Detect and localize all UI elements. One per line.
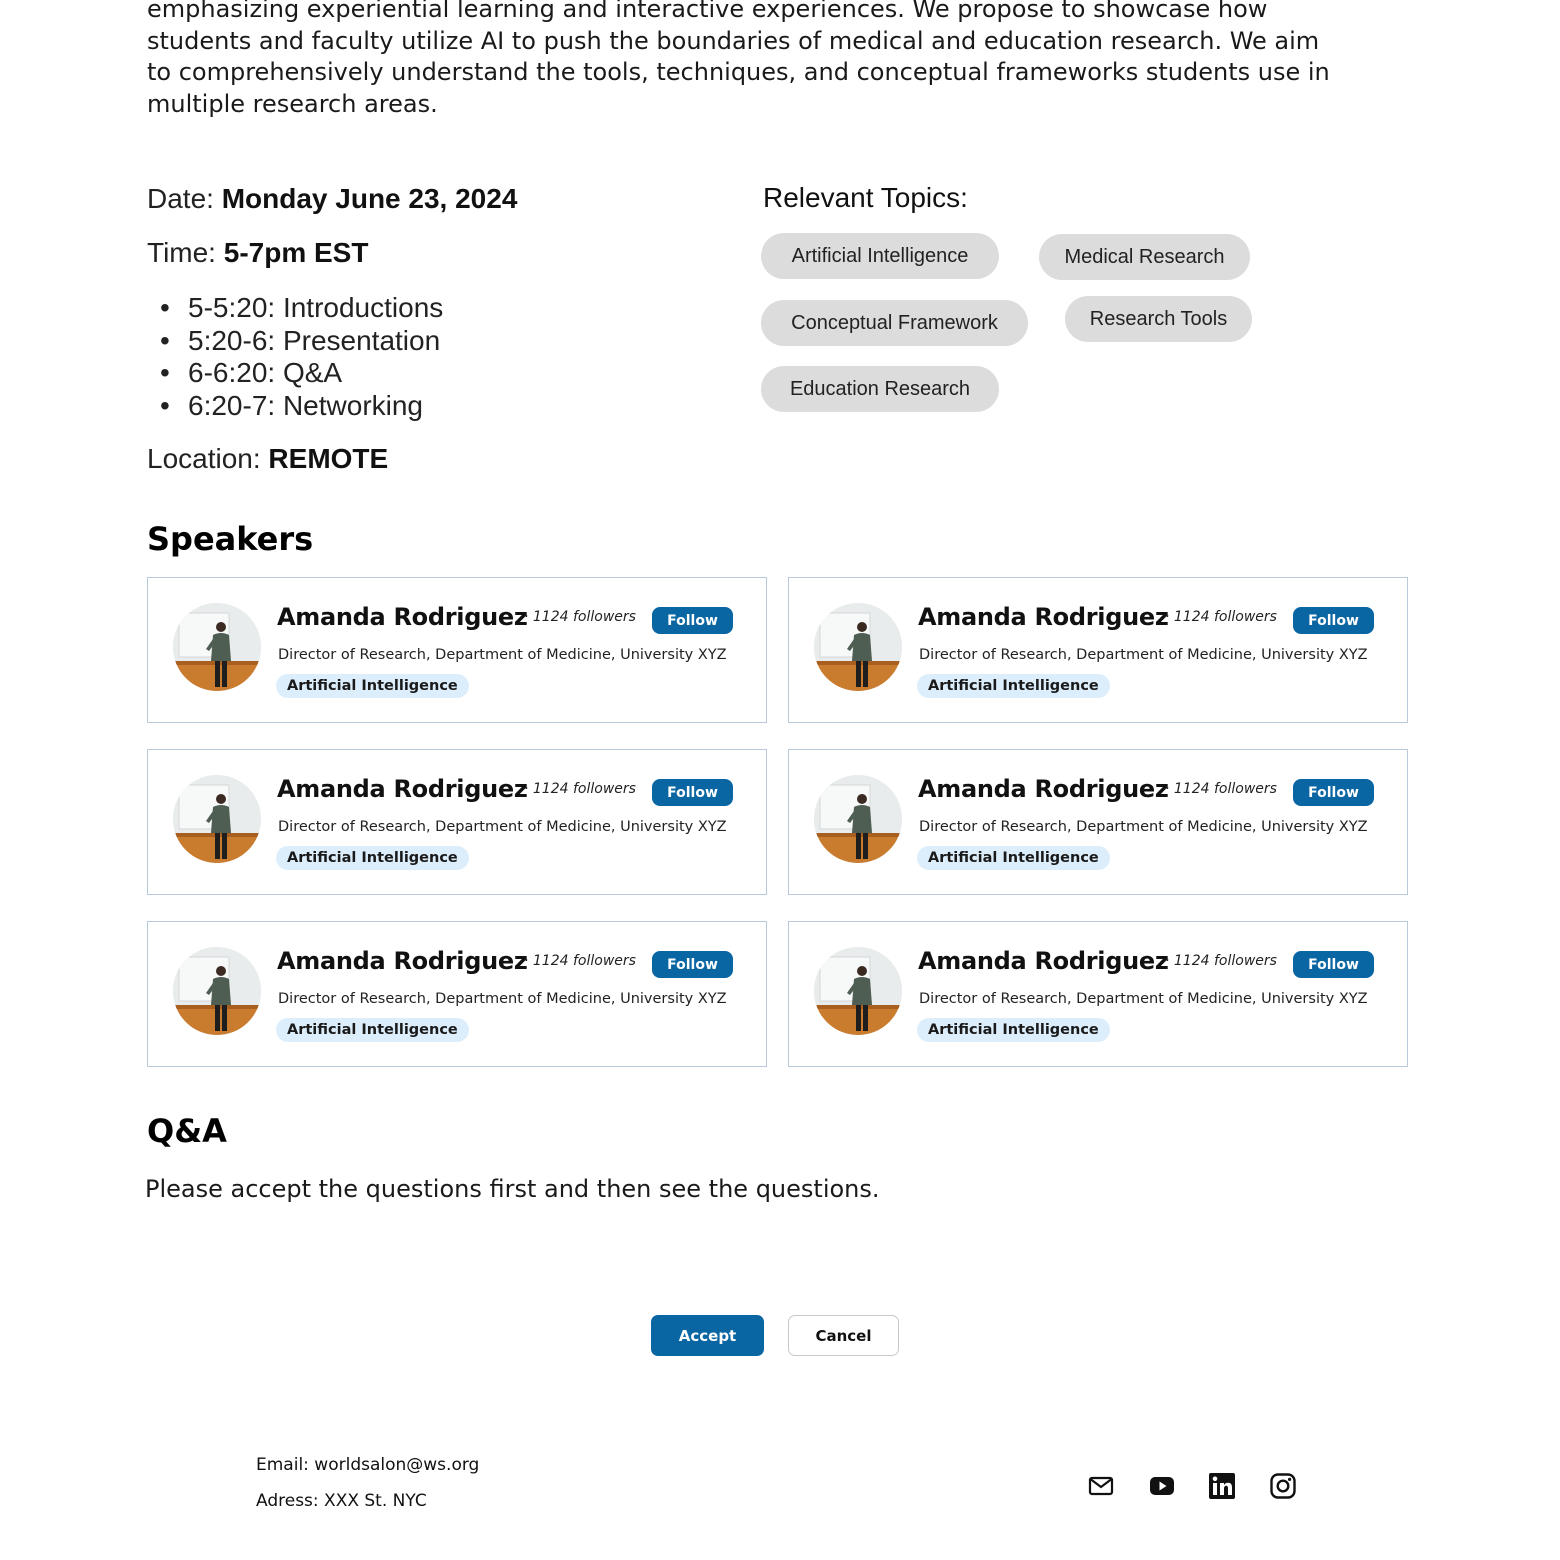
qa-instructions: Please accept the questions first and th… — [145, 1175, 880, 1203]
speaker-name[interactable]: Amanda Rodriguez — [918, 603, 1169, 631]
speaker-topic-tag[interactable]: Artificial Intelligence — [276, 674, 469, 698]
follower-count: · 1124 followers — [1165, 781, 1277, 797]
speaker-topic-tag[interactable]: Artificial Intelligence — [917, 674, 1110, 698]
event-time: Time: 5-7pm EST — [147, 237, 368, 269]
intro-line: emphasizing experiential learning and in… — [147, 0, 1268, 23]
speaker-name[interactable]: Amanda Rodriguez — [918, 775, 1169, 803]
time-value: 5-7pm EST — [223, 237, 369, 268]
follow-button[interactable]: Follow — [1293, 951, 1374, 978]
speaker-name[interactable]: Amanda Rodriguez — [918, 947, 1169, 975]
cancel-button[interactable]: Cancel — [788, 1315, 899, 1356]
location-value: REMOTE — [268, 443, 389, 474]
avatar[interactable] — [173, 775, 261, 863]
speaker-card: Amanda Rodriguez · 1124 followers Follow Di… — [147, 749, 767, 895]
speaker-topic-tag[interactable]: Artificial Intelligence — [276, 846, 469, 870]
follow-button[interactable]: Follow — [652, 951, 733, 978]
follower-count: · 1124 followers — [524, 781, 636, 797]
avatar[interactable] — [814, 603, 902, 691]
follower-count: · 1124 followers — [524, 609, 636, 625]
speaker-card: Amanda Rodriguez · 1124 followers Follow Di… — [147, 577, 767, 723]
speakers-title: Speakers — [147, 520, 314, 558]
topic-pill-conceptual-framework[interactable]: Conceptual Framework — [761, 300, 1028, 346]
topic-pill-artificial-intelligence[interactable]: Artificial Intelligence — [761, 233, 999, 279]
avatar[interactable] — [173, 947, 261, 1035]
follower-count: · 1124 followers — [1165, 609, 1277, 625]
speaker-card: Amanda Rodriguez · 1124 followers Follow Di… — [788, 921, 1408, 1067]
time-label: Time: — [147, 237, 216, 268]
follower-count: · 1124 followers — [1165, 953, 1277, 969]
speaker-title: Director of Research, Department of Medi… — [278, 819, 727, 835]
intro-line: multiple research areas. — [147, 89, 438, 118]
footer-address: Adress: XXX St. NYC — [256, 1491, 427, 1511]
youtube-icon[interactable] — [1148, 1472, 1176, 1500]
topic-pill-education-research[interactable]: Education Research — [761, 366, 999, 412]
schedule-list: 5-5:20: Introductions 5:20-6: Presentati… — [160, 292, 443, 422]
intro-line: to comprehensively understand the tools,… — [147, 58, 1330, 86]
avatar[interactable] — [173, 603, 261, 691]
follow-button[interactable]: Follow — [652, 607, 733, 634]
speaker-title: Director of Research, Department of Medi… — [278, 647, 727, 663]
speaker-card: Amanda Rodriguez · 1124 followers Follow Di… — [147, 921, 767, 1067]
schedule-item: 5:20-6: Presentation — [160, 325, 443, 358]
mail-icon[interactable] — [1087, 1472, 1115, 1500]
topics-title: Relevant Topics: — [763, 182, 968, 213]
footer-email: Email: worldsalon@ws.org — [256, 1455, 480, 1475]
intro-line: students and faculty utilize AI to push … — [147, 26, 1320, 55]
event-location: Location: REMOTE — [147, 443, 388, 475]
speaker-title: Director of Research, Department of Medi… — [919, 991, 1368, 1007]
date-value: Monday June 23, 2024 — [221, 183, 518, 214]
location-label: Location: — [147, 443, 261, 474]
speaker-card: Amanda Rodriguez · 1124 followers Follow Di… — [788, 577, 1408, 723]
speaker-topic-tag[interactable]: Artificial Intelligence — [917, 846, 1110, 870]
avatar[interactable] — [814, 947, 902, 1035]
follow-button[interactable]: Follow — [652, 779, 733, 806]
speaker-topic-tag[interactable]: Artificial Intelligence — [917, 1018, 1110, 1042]
avatar[interactable] — [814, 775, 902, 863]
accept-button[interactable]: Accept — [651, 1315, 764, 1356]
topic-pill-medical-research[interactable]: Medical Research — [1039, 234, 1250, 280]
schedule-item: 5-5:20: Introductions — [160, 292, 443, 325]
event-date: Date: Monday June 23, 2024 — [147, 183, 517, 215]
speaker-card: Amanda Rodriguez · 1124 followers Follow Di… — [788, 749, 1408, 895]
follower-count: · 1124 followers — [524, 953, 636, 969]
intro-paragraph: emphasizing experiential learning and in… — [147, 0, 1427, 120]
schedule-item: 6-6:20: Q&A — [160, 357, 443, 390]
speaker-topic-tag[interactable]: Artificial Intelligence — [276, 1018, 469, 1042]
speaker-title: Director of Research, Department of Medi… — [919, 647, 1368, 663]
instagram-icon[interactable] — [1269, 1472, 1297, 1500]
follow-button[interactable]: Follow — [1293, 779, 1374, 806]
speaker-title: Director of Research, Department of Medi… — [278, 991, 727, 1007]
speaker-name[interactable]: Amanda Rodriguez — [277, 947, 528, 975]
speaker-title: Director of Research, Department of Medi… — [919, 819, 1368, 835]
speaker-name[interactable]: Amanda Rodriguez — [277, 775, 528, 803]
schedule-item: 6:20-7: Networking — [160, 390, 443, 423]
qa-title: Q&A — [147, 1112, 227, 1150]
topic-pill-research-tools[interactable]: Research Tools — [1065, 296, 1252, 342]
linkedin-icon[interactable] — [1208, 1472, 1236, 1500]
speaker-name[interactable]: Amanda Rodriguez — [277, 603, 528, 631]
follow-button[interactable]: Follow — [1293, 607, 1374, 634]
date-label: Date: — [147, 183, 214, 214]
